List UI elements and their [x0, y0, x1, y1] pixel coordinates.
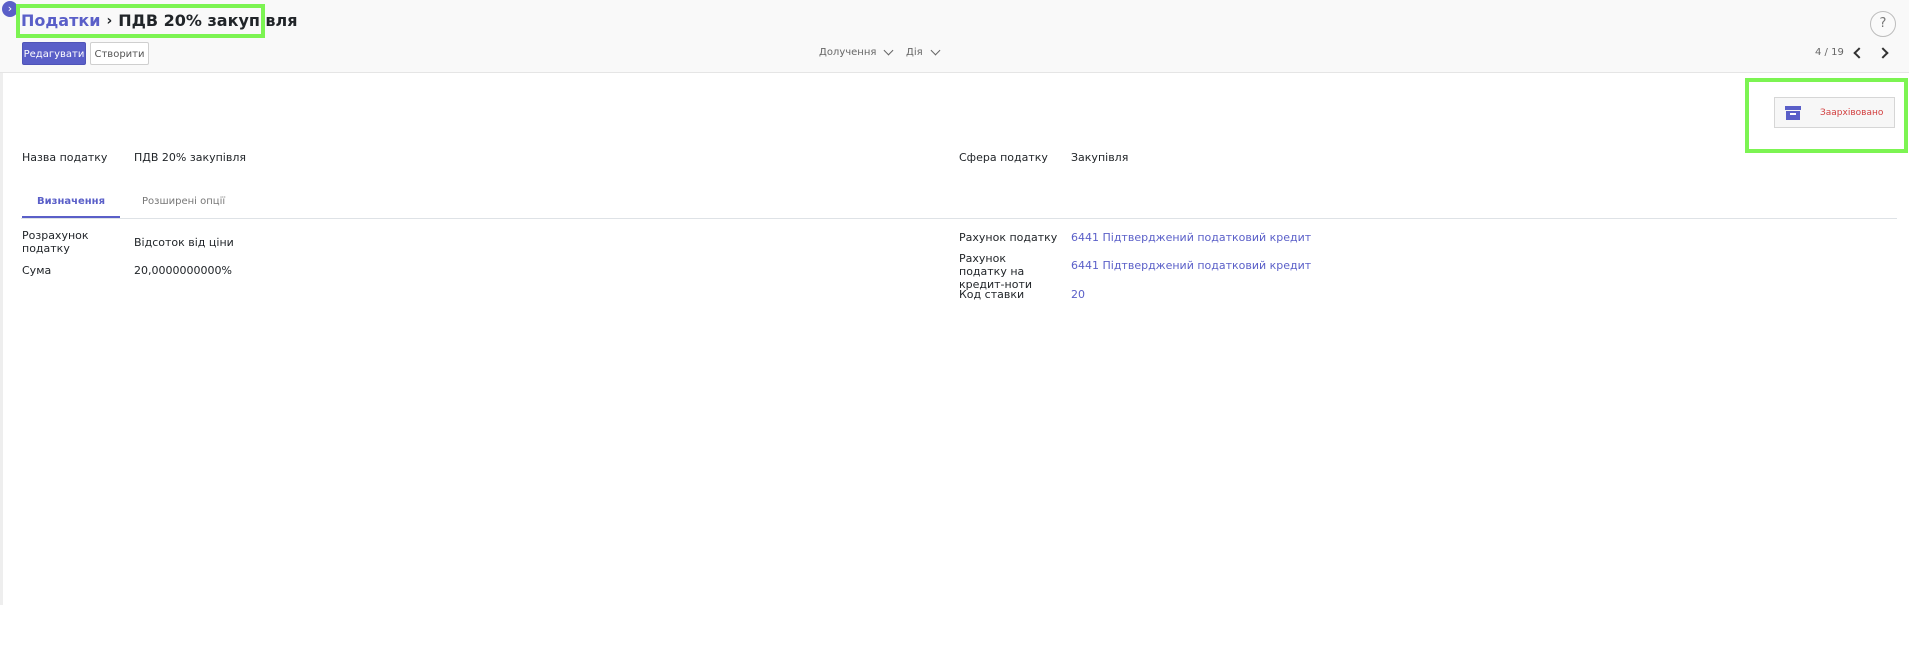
tax-account-label: Рахунок податку [959, 231, 1058, 244]
chevron-down-icon [883, 45, 894, 56]
tax-scope-label: Сфера податку [959, 151, 1048, 164]
form-sheet [0, 73, 1909, 605]
rate-code-label: Код ставки [959, 288, 1025, 301]
attachments-dropdown[interactable]: Долучення [819, 45, 894, 58]
action-dropdown-label: Дія [906, 47, 923, 58]
tab-definition[interactable]: Визначення [22, 196, 120, 207]
refund-account-link[interactable]: 6441 Підтверджений податковий кредит [1071, 259, 1311, 272]
tax-name-label: Назва податку [22, 151, 108, 164]
tax-scope-field[interactable]: Закупівля [1071, 151, 1128, 164]
tax-account-link[interactable]: 6441 Підтверджений податковий кредит [1071, 231, 1311, 244]
pager-next-button[interactable] [1875, 47, 1889, 59]
tab-active-indicator [22, 216, 120, 218]
amount-field[interactable]: 20,0000000000% [134, 264, 232, 277]
tab-advanced-options[interactable]: Розширені опції [142, 196, 225, 207]
breadcrumb-highlight [16, 4, 265, 38]
chevron-left-icon [1853, 47, 1865, 59]
sheet-left-edge [0, 73, 3, 605]
action-dropdown[interactable]: Дія [906, 45, 941, 58]
page-bottom [0, 605, 1909, 648]
archived-highlight [1745, 78, 1908, 153]
help-button[interactable]: ? [1870, 11, 1896, 37]
rate-code-link[interactable]: 20 [1071, 288, 1085, 301]
pager-previous-button[interactable] [1851, 47, 1865, 59]
computation-field[interactable]: Відсоток від ціни [134, 236, 234, 249]
refund-account-label: Рахунок податку на кредит-ноти [959, 252, 1033, 291]
tabs-divider [21, 218, 1897, 219]
pager-value[interactable]: 4 / 19 [1815, 47, 1844, 58]
computation-label: Розрахунок податку [22, 229, 89, 255]
create-button[interactable]: Створити [90, 42, 149, 65]
chevron-down-icon [930, 45, 941, 56]
amount-label: Сума [22, 264, 52, 277]
tax-name-field[interactable]: ПДВ 20% закупівля [134, 151, 246, 164]
chevron-right-icon [1877, 47, 1889, 59]
attachments-dropdown-label: Долучення [819, 47, 877, 58]
edit-button[interactable]: Редагувати [22, 42, 86, 65]
